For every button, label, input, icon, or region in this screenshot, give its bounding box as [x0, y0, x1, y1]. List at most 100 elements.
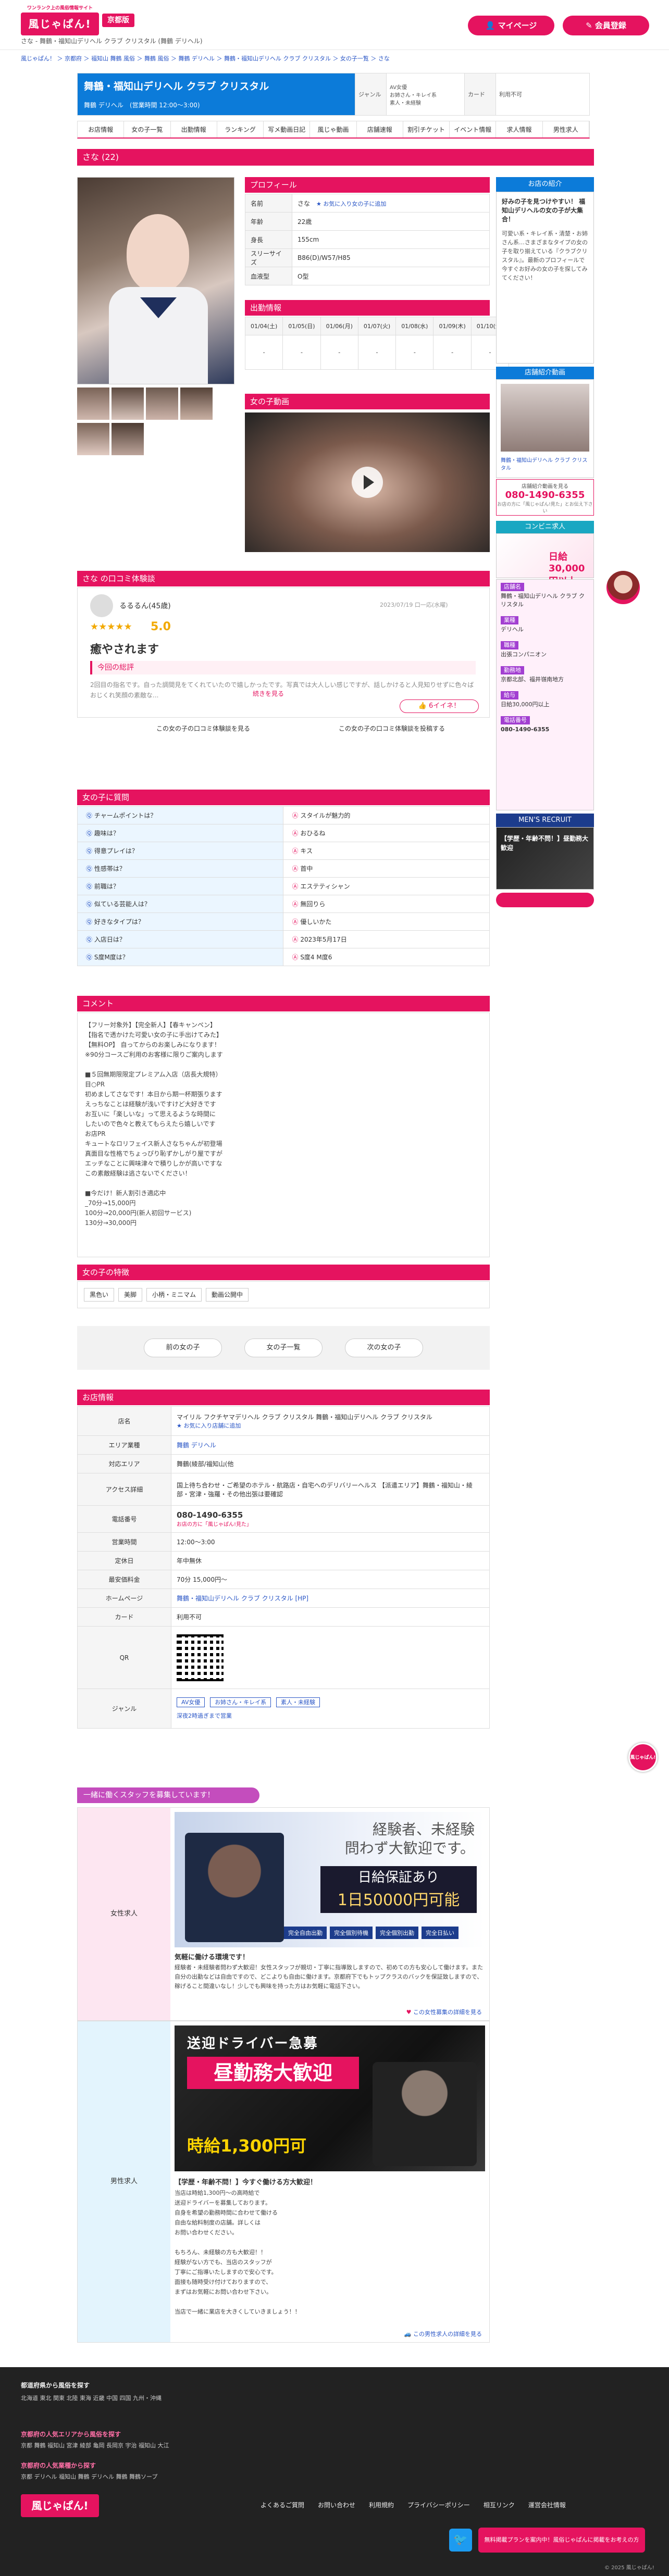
shop-phone[interactable]: 080-1490-6355 [177, 1510, 484, 1520]
info-key: ホームページ [77, 1589, 171, 1608]
photo-thumb[interactable] [77, 423, 109, 455]
shop-intro-box: 好みの子を見つけやすい！ 福知山デリヘルの女の子が大集合！ 可愛い系・キレイ系・… [496, 192, 594, 364]
review-post-link[interactable]: この女の子の口コミ体験談を投稿する [339, 724, 445, 733]
staff-video-thumb[interactable] [501, 384, 589, 452]
qa-question: Ⓠ 入店日は？ [77, 930, 284, 948]
banner-chips: 完全自由出勤 完全個別待機 完全個別出勤 完全日払い [284, 1927, 459, 1939]
profile-value-text: さな [298, 199, 311, 207]
conbini-banner[interactable]: 日給30,000円以上 [496, 533, 594, 587]
genre-tag[interactable]: AV女優 [177, 1697, 205, 1707]
women-recruit-link[interactable]: ♥ この女性募集の詳細を見る [406, 2008, 482, 2016]
floating-top-button[interactable]: 風じゃぱん! [628, 1743, 658, 1772]
prev-girl-button[interactable]: 前の女の子 [144, 1339, 222, 1357]
conbini-head: 勤務地 [501, 666, 524, 674]
footer-kyoto-links[interactable]: 京都 舞鶴 福知山 宮津 綾部 亀岡 長岡京 宇治 福知山 大江 [21, 2441, 169, 2449]
footer-logo[interactable]: 風じゃぱん! [21, 2494, 99, 2517]
genre-tag[interactable]: 素人・未経験 [276, 1697, 320, 1707]
homepage-link[interactable]: 舞鶴・福知山デリヘル クラブ クリスタル [HP] [171, 1589, 490, 1608]
footer-link[interactable]: お問い合わせ [318, 2500, 355, 2509]
girl-main-photo[interactable] [77, 177, 234, 384]
photo-thumb[interactable] [112, 423, 144, 455]
profile-key: スリーサイズ [245, 248, 292, 267]
men-recruit-body: 当店は時給1,300円〜の高時給で 送迎ドライバーを募集しております。 自身を希… [175, 2190, 301, 2315]
footer-genre-links[interactable]: 京都 デリヘル 福知山 舞鶴 デリヘル 舞鶴 舞鶴ソープ [21, 2472, 157, 2481]
tab-diary[interactable]: 写メ動画日記 [264, 121, 311, 137]
review-header: さな の口コミ体験談 [77, 571, 490, 586]
info-key: 営業時間 [77, 1532, 171, 1552]
register-button[interactable]: ✎ 会員登録 [563, 16, 649, 35]
men-recruit-link[interactable]: 🚙 この男性求人の詳細を見る [404, 2330, 482, 2338]
play-button[interactable] [352, 467, 383, 498]
footer-link[interactable]: 運営会社情報 [528, 2500, 566, 2509]
footer-link[interactable]: 相互リンク [484, 2500, 515, 2509]
girl-video-player[interactable] [245, 412, 490, 552]
tab-videos[interactable]: 風じゃ動画 [310, 121, 357, 137]
conbini-head: 業種 [501, 616, 518, 624]
qa-answer-text: S度4 M度6 [300, 954, 332, 961]
comment-line: えっちなことは経験が浅いですけど大好きです [85, 1101, 216, 1108]
tab-men-recruit[interactable]: 男性求人 [543, 121, 589, 137]
floating-logo-text: 風じゃぱん! [630, 1755, 656, 1760]
genre-tag[interactable]: AV女優 [390, 83, 407, 91]
photo-thumb[interactable] [112, 387, 144, 420]
conbini-val[interactable]: 080-1490-6355 [501, 726, 589, 734]
genre-values: AV女優 お姉さん・キレイ系 素人・未経験 [386, 73, 464, 115]
banner-line: 送迎ドライバー急募 [187, 2036, 318, 2052]
info-value[interactable]: 舞鶴 デリヘル [171, 1435, 490, 1455]
qr-code [177, 1634, 224, 1681]
mascot-avatar[interactable] [606, 571, 640, 604]
comment-line: したいので色々と教えてもらえたら嬉しいです [85, 1120, 216, 1128]
men-recruit-banner[interactable]: 送迎ドライバー急募 昼勤務大歓迎 時給1,300円可 [175, 2025, 485, 2171]
banner-pay: 日給保証あり 1日50000円可能 [320, 1866, 477, 1913]
qa-row: Ⓠ S度M度は？ Ⓐ S度4 M度6 [77, 948, 490, 966]
breadcrumb[interactable]: 風じゃぱん！ ＞ 京都府 ＞ 福知山 舞鶴 風俗 ＞ 舞鶴 風俗 ＞ 舞鶴 デリ… [21, 54, 390, 62]
sidebar-phone-box[interactable]: 店舗紹介動画を見る 080-1490-6355 お店の方に「風じゃぱん!見た」と… [496, 479, 594, 516]
photo-thumb[interactable] [146, 387, 178, 420]
info-value: 70分 15,000円〜 [171, 1570, 490, 1589]
schedule-day: 01/05(日) [282, 317, 321, 335]
photo-thumb[interactable] [77, 387, 109, 420]
footer-link[interactable]: 利用規約 [369, 2500, 394, 2509]
footer-link[interactable]: よくあるご質問 [261, 2500, 304, 2509]
schedule-value: - [433, 335, 472, 370]
tab-girls[interactable]: 女の子一覧 [124, 121, 171, 137]
tab-recruit[interactable]: 求人情報 [496, 121, 543, 137]
phone-note: お店の方に「風じゃぱん!見た」 [177, 1522, 252, 1528]
tab-news[interactable]: 店舗速報 [357, 121, 403, 137]
footer-area-links[interactable]: 北海道 東北 関東 北陸 東海 近畿 中国 四国 九州・沖縄 [21, 2393, 646, 2404]
favorite-shop-link[interactable]: ★ お気に入り店舗に追加 [177, 1421, 484, 1430]
twitter-icon[interactable]: 🐦 [449, 2529, 472, 2552]
tab-coupon[interactable]: 割引チケット [403, 121, 450, 137]
mypage-button[interactable]: 👤 マイページ [468, 16, 554, 35]
read-more-link[interactable]: 続きを見る [250, 689, 288, 698]
shop-title-block[interactable]: 舞鶴・福知山デリヘル クラブ クリスタル 舞鶴 デリヘル (営業時間 12:00… [78, 73, 355, 115]
site-logo[interactable]: ワンランク上の風俗情報サイト 風じゃぱん! [21, 6, 99, 35]
women-recruit-banner[interactable]: 経験者、未経験 問わず大歓迎です。 日給保証あり 1日50000円可能 完全自由出勤… [175, 1812, 485, 1947]
footer-link[interactable]: プライバシーポリシー [407, 2500, 470, 2509]
genre-label: ジャンル [355, 73, 386, 115]
area-badge[interactable]: 京都版 [102, 14, 134, 27]
genre-tag[interactable]: 素人・未経験 [390, 98, 421, 106]
review-list-link[interactable]: この女の子の口コミ体験談を見る [156, 724, 250, 733]
staff-video-caption[interactable]: 舞鶴・福知山デリヘル クラブ クリスタル [501, 456, 589, 471]
tab-events[interactable]: イベント情報 [450, 121, 497, 137]
next-girl-button[interactable]: 次の女の子 [345, 1339, 423, 1357]
profile-row: 名前 さな ★ お気に入り女の子に追加 [245, 194, 490, 212]
girl-list-button[interactable]: 女の子一覧 [244, 1339, 323, 1357]
men-recruit-side-banner[interactable]: 【学歴・年齢不問！】昼勤務大歓迎 [496, 827, 594, 890]
comment-line: 真面目な性格でちょっぴり恥ずかしがり屋ですが [85, 1150, 223, 1157]
conbini-header: コンビニ求人 [496, 521, 594, 533]
photo-thumb[interactable] [180, 387, 213, 420]
card-label: カード [464, 73, 495, 115]
sidebar-phone[interactable]: 080-1490-6355 [497, 490, 593, 501]
tab-schedule[interactable]: 出勤情報 [171, 121, 217, 137]
advertise-button[interactable]: 無料掲載プランを案内中！風俗じゃぱんに掲載をお考えの方 [478, 2528, 645, 2553]
favorite-girl-link[interactable]: ★ お気に入り女の子に追加 [316, 201, 386, 207]
men-recruit-side-button[interactable] [496, 893, 594, 907]
like-button[interactable]: 👍 6イイネ！ [400, 699, 479, 713]
tab-ranking[interactable]: ランキング [217, 121, 264, 137]
banner-line: 日給保証あり [357, 1870, 439, 1885]
tab-shop-info[interactable]: お店情報 [78, 121, 125, 137]
genre-tag[interactable]: お姉さん・キレイ系 [210, 1697, 271, 1707]
genre-tag[interactable]: お姉さん・キレイ系 [390, 91, 437, 98]
